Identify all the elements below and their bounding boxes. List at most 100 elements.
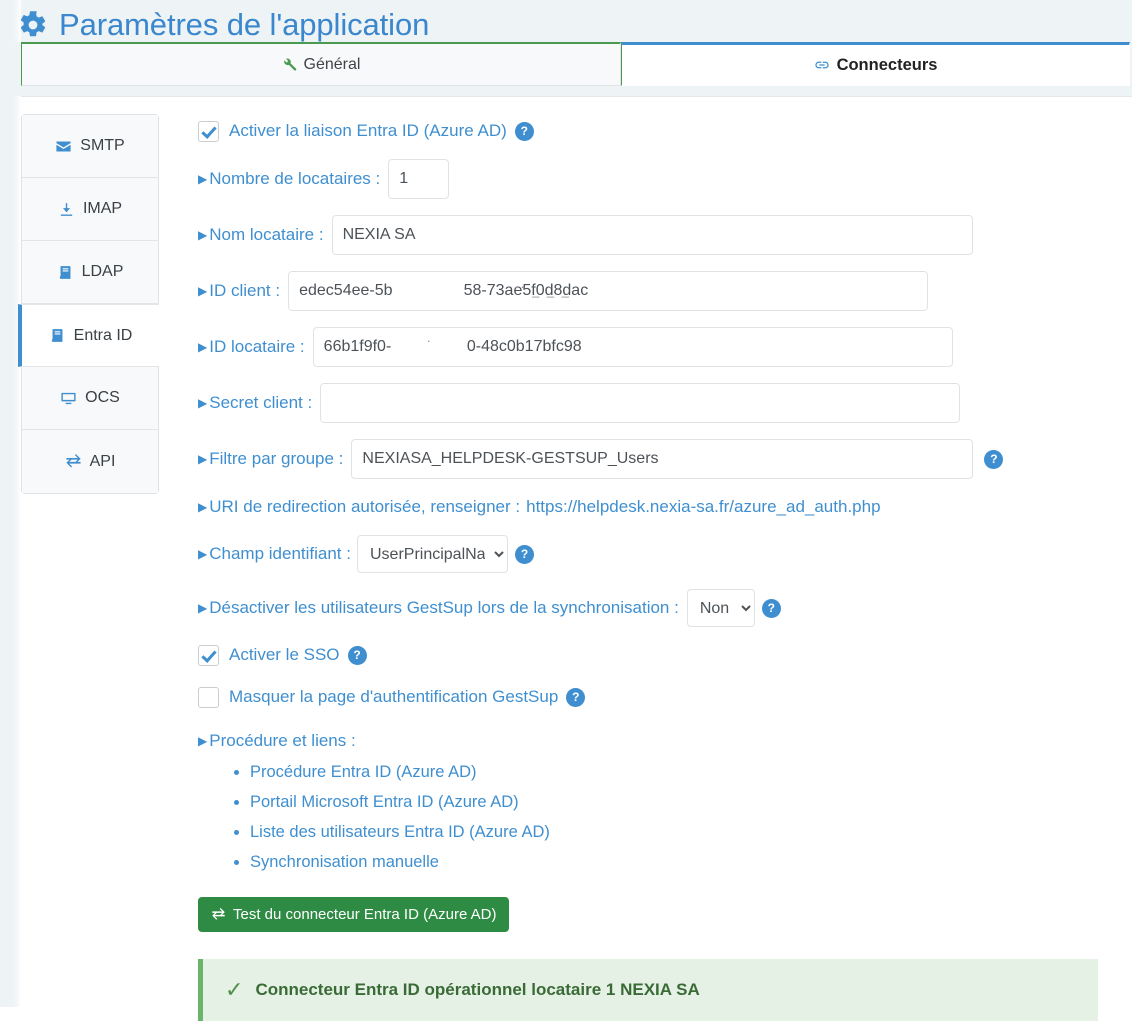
sidebar-item-label: SMTP	[80, 137, 125, 154]
tenant-count-input[interactable]	[388, 159, 450, 199]
enable-sso-checkbox[interactable]	[198, 644, 219, 666]
help-icon[interactable]: ?	[984, 449, 1004, 469]
enable-sso-row: Activer le SSO ?	[198, 643, 1132, 667]
client-secret-row: ▶ Secret client :	[198, 383, 1132, 423]
tenant-id-masked-wrapper: ·	[305, 327, 953, 367]
client-secret-input[interactable]	[320, 383, 961, 423]
wrench-icon	[282, 57, 297, 72]
sidebar-item-label: IMAP	[82, 200, 123, 217]
tenant-name-input[interactable]	[331, 215, 973, 255]
redaction-marks: _ _ _	[532, 283, 572, 298]
help-icon[interactable]: ?	[761, 598, 781, 618]
procedure-links-list: Procédure Entra ID (Azure AD) Portail Mi…	[198, 761, 1132, 873]
caret-icon: ▶	[198, 284, 208, 298]
caret-icon: ▶	[198, 172, 208, 186]
group-filter-input[interactable]	[351, 439, 974, 479]
sidebar-item-label: API	[89, 452, 116, 470]
caret-icon: ▶	[198, 500, 208, 514]
sidebar-item-label: LDAP	[81, 263, 124, 280]
hide-auth-page-label: Masquer la page d'authentification GestS…	[229, 687, 559, 706]
client-id-input[interactable]	[288, 271, 929, 311]
enable-sso-label: Activer le SSO	[229, 645, 340, 664]
caret-icon: ▶	[198, 228, 208, 242]
caret-icon: ▶	[198, 734, 208, 748]
list-item: Procédure Entra ID (Azure AD)	[250, 761, 1132, 783]
page-title: Paramètres de l'application	[18, 8, 1132, 42]
help-icon[interactable]: ?	[514, 121, 534, 141]
settings-body: SMTP IMAP LDAP Entra ID OCS API Activer …	[0, 96, 1132, 1021]
list-item: Synchronisation manuelle	[250, 851, 1132, 873]
page-left-gutter	[0, 0, 21, 1007]
tab-general[interactable]: Général	[21, 42, 621, 86]
tenant-id-row: ▶ ID locataire : ·	[198, 327, 1132, 367]
tenant-id-label: ID locataire :	[209, 337, 305, 356]
tenant-name-row: ▶ Nom locataire :	[198, 215, 1132, 255]
list-item: Liste des utilisateurs Entra ID (Azure A…	[250, 821, 1132, 843]
exchange-icon	[65, 453, 82, 470]
download-icon	[58, 201, 75, 218]
caret-icon: ▶	[198, 452, 208, 466]
tab-connecteurs-label: Connecteurs	[836, 55, 938, 74]
redaction-marks: ·	[426, 333, 434, 348]
procedure-label: Procédure et liens :	[209, 731, 356, 750]
tenant-count-label: Nombre de locataires :	[209, 169, 381, 188]
enable-entra-label: Activer la liaison Entra ID (Azure AD)	[229, 121, 507, 140]
sidebar-item-ldap[interactable]: LDAP	[22, 241, 158, 304]
hide-auth-page-row: Masquer la page d'authentification GestS…	[198, 685, 1132, 709]
client-secret-label: Secret client :	[209, 393, 313, 412]
redaction-marks: ··	[514, 279, 527, 294]
caret-icon: ▶	[198, 547, 208, 561]
procedure-title-row: ▶ Procédure et liens :	[198, 729, 1132, 753]
tab-general-label: Général	[303, 55, 361, 73]
caret-icon: ▶	[198, 340, 208, 354]
disable-users-row: ▶ Désactiver les utilisateurs GestSup lo…	[198, 589, 1132, 627]
page-header: Paramètres de l'application	[0, 0, 1132, 42]
sidebar-item-label: OCS	[85, 389, 120, 406]
link-icon	[814, 57, 830, 73]
sidebar-item-smtp[interactable]: SMTP	[22, 115, 158, 178]
check-icon: ✓	[225, 977, 244, 1002]
hide-auth-page-checkbox[interactable]	[198, 686, 219, 708]
procedure-link[interactable]: Portail Microsoft Entra ID (Azure AD)	[250, 793, 519, 811]
settings-tabs: Général Connecteurs	[0, 42, 1132, 96]
procedure-link[interactable]: Synchronisation manuelle	[250, 853, 439, 871]
book-icon	[49, 327, 66, 344]
sidebar-item-api[interactable]: API	[22, 430, 158, 493]
sidebar-item-imap[interactable]: IMAP	[22, 178, 158, 241]
list-item: Portail Microsoft Entra ID (Azure AD)	[250, 791, 1132, 813]
envelope-icon	[55, 138, 72, 155]
identifier-field-label: Champ identifiant :	[209, 544, 351, 563]
client-id-label: ID client :	[209, 281, 281, 300]
caret-icon: ▶	[198, 601, 208, 615]
tenant-id-input[interactable]	[312, 327, 953, 367]
book-icon	[57, 264, 74, 281]
disable-users-select[interactable]: Non	[686, 589, 755, 627]
identifier-field-row: ▶ Champ identifiant : UserPrincipalName …	[198, 535, 1132, 573]
client-id-masked-wrapper: ·· _ _ _	[280, 271, 929, 311]
help-icon[interactable]: ?	[566, 687, 586, 707]
sidebar-item-entra-id[interactable]: Entra ID	[18, 304, 159, 367]
procedure-link[interactable]: Liste des utilisateurs Entra ID (Azure A…	[250, 823, 550, 841]
sidebar-item-ocs[interactable]: OCS	[22, 367, 158, 430]
status-alert-message: Connecteur Entra ID opérationnel locatai…	[255, 980, 700, 999]
status-alert: ✓ Connecteur Entra ID opérationnel locat…	[198, 959, 1098, 1021]
redirect-uri-label: URI de redirection autorisée, renseigner…	[209, 497, 521, 516]
redirect-uri-value: https://helpdesk.nexia-sa.fr/azure_ad_au…	[526, 497, 881, 516]
exchange-icon	[211, 907, 226, 922]
test-connector-label: Test du connecteur Entra ID (Azure AD)	[233, 906, 497, 923]
group-filter-row: ▶ Filtre par groupe : ?	[198, 439, 1132, 479]
identifier-field-select[interactable]: UserPrincipalName (Défaut)	[356, 535, 508, 573]
connector-sidebar: SMTP IMAP LDAP Entra ID OCS API	[18, 97, 159, 1007]
tab-connecteurs[interactable]: Connecteurs	[621, 42, 1130, 86]
entra-id-settings-form: Activer la liaison Entra ID (Azure AD) ?…	[159, 97, 1132, 1021]
enable-entra-row: Activer la liaison Entra ID (Azure AD) ?	[198, 119, 1132, 143]
test-connector-button[interactable]: Test du connecteur Entra ID (Azure AD)	[198, 897, 510, 932]
application-settings-page: Paramètres de l'application Général Conn…	[0, 0, 1132, 1021]
redirect-uri-row: ▶ URI de redirection autorisée, renseign…	[198, 495, 1132, 519]
help-icon[interactable]: ?	[347, 645, 367, 665]
procedure-link[interactable]: Procédure Entra ID (Azure AD)	[250, 763, 477, 781]
tenant-name-label: Nom locataire :	[209, 225, 324, 244]
enable-entra-checkbox[interactable]	[198, 120, 219, 142]
help-icon[interactable]: ?	[514, 544, 534, 564]
caret-icon: ▶	[198, 396, 208, 410]
